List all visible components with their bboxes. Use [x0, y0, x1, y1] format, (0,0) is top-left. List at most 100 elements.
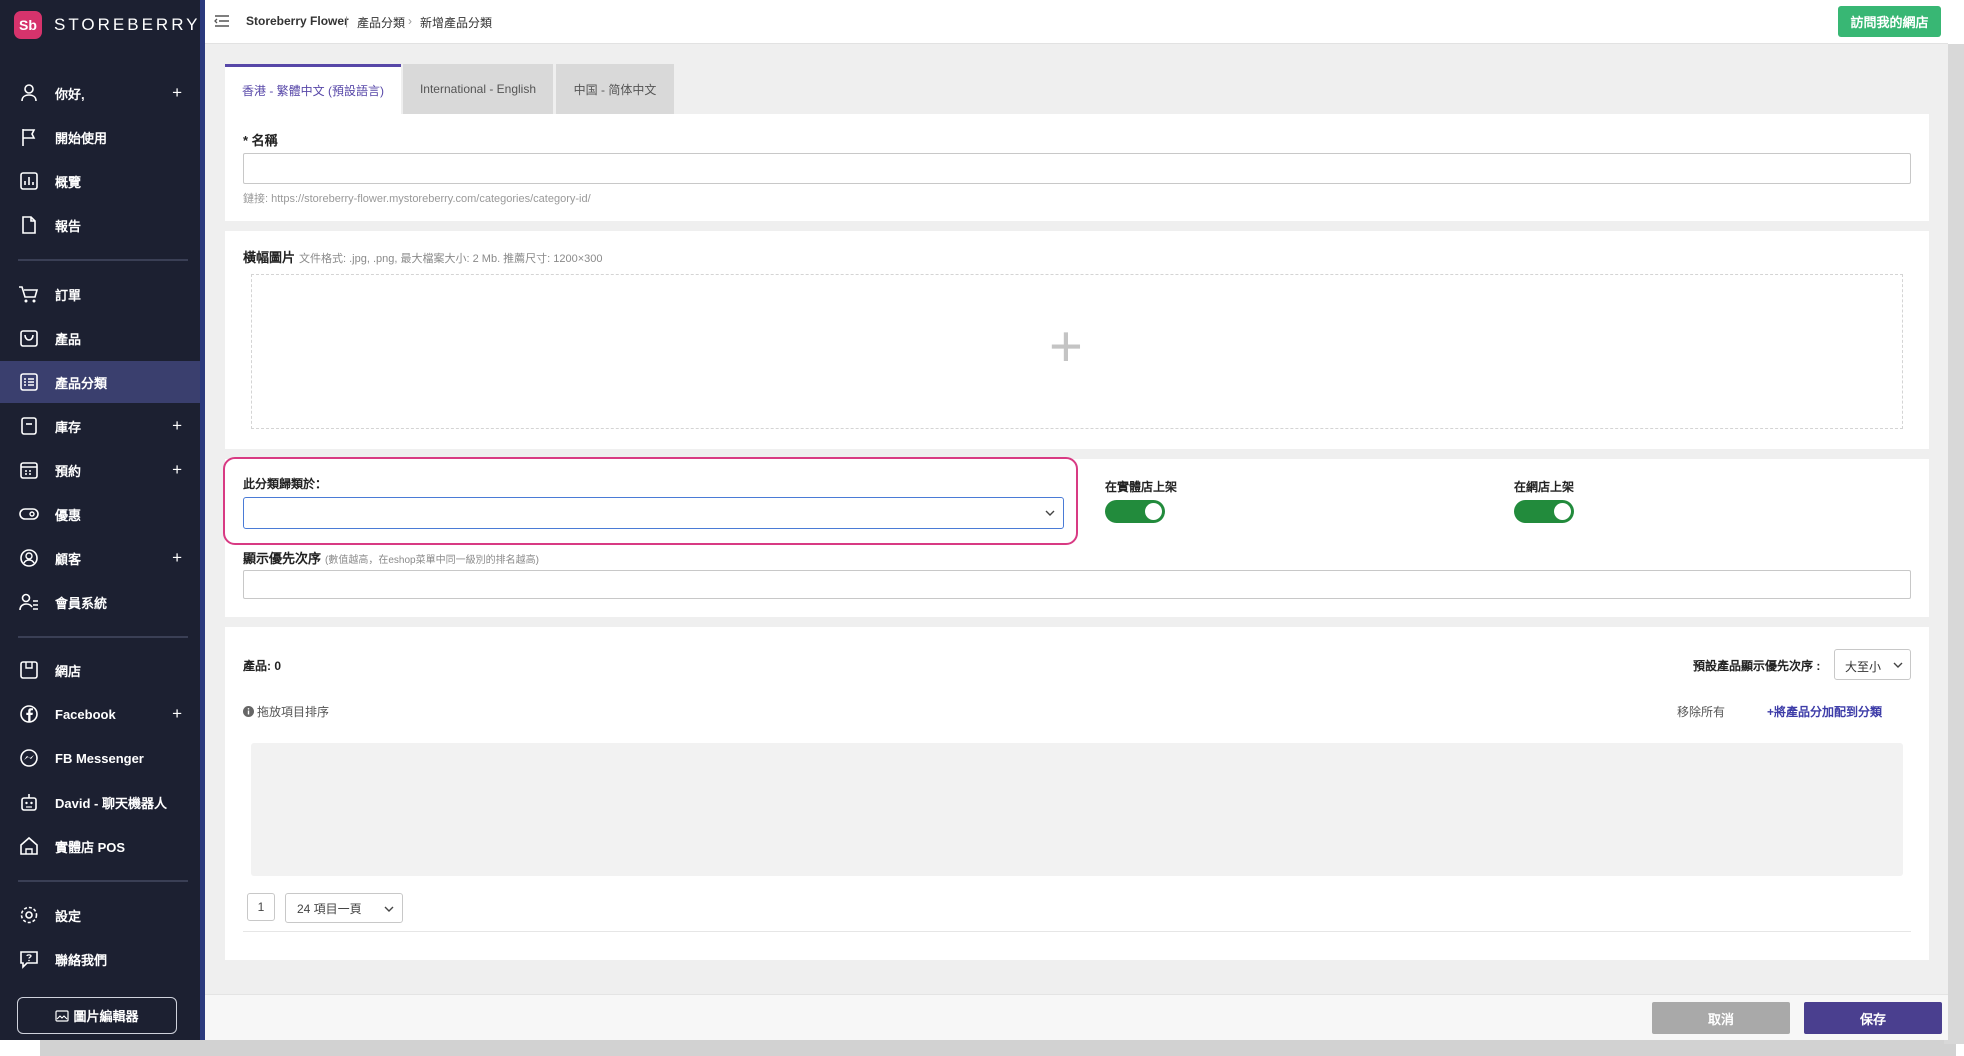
breadcrumb-separator: › — [408, 14, 412, 28]
sidebar-item-label: 聯絡我們 — [55, 952, 108, 968]
sidebar-item-label: 訂單 — [55, 287, 82, 303]
sort-order-label: 預設產品顯示優先次序 : — [1693, 659, 1821, 673]
tab-traditional-chinese[interactable]: 香港 - 繁體中文 (預設語言) — [225, 64, 401, 114]
robot-icon — [21, 794, 37, 811]
sidebar-item-label: 開始使用 — [55, 130, 108, 146]
store-icon — [20, 661, 38, 679]
sidebar-item-label: 優惠 — [55, 507, 82, 523]
online-toggle-label: 在網店上架 — [1514, 480, 1575, 494]
banner-label: 橫幅圖片 文件格式: .jpg, .png, 最大檔案大小: 2 Mb. 推薦尺寸… — [243, 250, 603, 265]
banner-upload-dropzone[interactable]: + — [251, 274, 1903, 429]
cancel-button[interactable]: 取消 — [1652, 1002, 1790, 1034]
add-image-icon: + — [1049, 314, 1083, 379]
highlight-annotation — [223, 457, 1078, 545]
save-button[interactable]: 保存 — [1804, 1002, 1942, 1034]
logo-mark: Sb — [14, 11, 42, 39]
sidebar-item-label: 報告 — [55, 218, 82, 234]
sidebar-divider — [18, 636, 188, 638]
breadcrumb-current: 新增產品分類 — [420, 16, 493, 30]
bag-icon — [20, 330, 38, 347]
sidebar-item-booking[interactable]: 預約 + — [0, 449, 200, 491]
sidebar-item-contact[interactable]: 聯絡我們 — [0, 938, 200, 980]
sidebar-item-label: 庫存 — [55, 419, 82, 435]
breadcrumb-store[interactable]: Storeberry Flower — [246, 14, 349, 28]
sidebar-item-label: 預約 — [55, 463, 82, 479]
sidebar-divider — [18, 259, 188, 261]
sidebar-item-label: 產品分類 — [55, 375, 108, 391]
sidebar-item-customers[interactable]: 顧客 + — [0, 537, 200, 579]
priority-input[interactable] — [243, 570, 1911, 599]
expand-plus-icon[interactable]: + — [172, 460, 182, 480]
sidebar-item-label: 設定 — [55, 908, 82, 924]
sidebar-item-label: David - 聊天機器人 — [55, 795, 167, 811]
sidebar-item-inventory[interactable]: 庫存 + — [0, 405, 200, 447]
sidebar-item-getting-started[interactable]: 開始使用 — [0, 116, 200, 158]
brand-name: STOREBERRY — [54, 15, 201, 34]
sidebar: Sb STOREBERRY 你好, + 開始使用 概覽 報告 訂單 產品 產品分… — [0, 0, 205, 1040]
sidebar-item-overview[interactable]: 概覽 — [0, 160, 200, 202]
help-icon — [20, 951, 38, 969]
pos-icon — [20, 836, 38, 855]
info-icon — [243, 706, 254, 717]
sidebar-item-facebook[interactable]: Facebook + — [0, 693, 200, 735]
expand-plus-icon[interactable]: + — [172, 416, 182, 436]
sort-order-value: 大至小 — [1845, 660, 1882, 674]
breadcrumb-categories[interactable]: 產品分類 — [357, 14, 405, 31]
tab-english[interactable]: International - English — [403, 64, 553, 114]
document-icon — [22, 216, 36, 234]
sort-order-select[interactable]: 大至小 — [1834, 649, 1911, 680]
flag-icon — [22, 129, 36, 146]
sidebar-item-greeting[interactable]: 你好, + — [0, 72, 200, 114]
sidebar-item-pos[interactable]: 實體店 POS — [0, 825, 200, 867]
expand-plus-icon[interactable]: + — [172, 548, 182, 568]
user-icon — [21, 84, 37, 102]
sidebar-item-settings[interactable]: 設定 — [0, 894, 200, 936]
topbar: Storeberry Flower | 產品分類 › 新增產品分類 訪問我的網店 — [205, 0, 1948, 44]
expand-plus-icon[interactable]: + — [172, 704, 182, 724]
tab-simplified-chinese[interactable]: 中国 - 简体中文 — [556, 64, 674, 114]
messenger-icon — [20, 749, 38, 767]
gear-icon — [20, 906, 38, 924]
remove-all-link[interactable]: 移除所有 — [1677, 703, 1725, 720]
sidebar-item-online-store[interactable]: 網店 — [0, 649, 200, 691]
ticket-icon — [19, 508, 39, 520]
page-number[interactable]: 1 — [247, 893, 275, 921]
window-shadow — [40, 1040, 1956, 1056]
sidebar-item-chatbot[interactable]: David - 聊天機器人 — [0, 781, 200, 823]
sidebar-item-orders[interactable]: 訂單 — [0, 273, 200, 315]
sidebar-item-categories[interactable]: 產品分類 — [0, 361, 200, 403]
sidebar-item-label: 網店 — [55, 663, 82, 679]
menu-collapse-icon[interactable] — [213, 12, 231, 30]
sidebar-item-label: Facebook — [55, 706, 116, 722]
per-page-value: 24 項目一頁 — [297, 901, 362, 916]
customer-icon — [20, 549, 38, 567]
calendar-icon — [20, 462, 38, 479]
sidebar-item-discounts[interactable]: 優惠 — [0, 493, 200, 535]
per-page-select[interactable]: 24 項目一頁 — [285, 893, 403, 923]
expand-plus-icon[interactable]: + — [172, 83, 182, 103]
name-card: * 名稱 鏈接: https://storeberry-flower.mysto… — [225, 114, 1929, 221]
sidebar-item-label: 實體店 POS — [55, 839, 126, 855]
store-listing-toggle[interactable] — [1105, 500, 1165, 523]
banner-card: 橫幅圖片 文件格式: .jpg, .png, 最大檔案大小: 2 Mb. 推薦尺寸… — [225, 231, 1929, 449]
member-icon — [19, 593, 38, 611]
facebook-icon — [20, 705, 38, 723]
visit-store-button[interactable]: 訪問我的網店 — [1838, 6, 1941, 37]
priority-label: 顯示優先次序 (數值越高，在eshop菜單中同一級別的排名越高) — [243, 551, 539, 566]
store-toggle-label: 在實體店上架 — [1105, 480, 1178, 494]
name-input[interactable] — [243, 153, 1911, 184]
assign-products-link[interactable]: +將產品分加配到分類 — [1767, 703, 1882, 720]
screenshot-stage: Sb STOREBERRY 你好, + 開始使用 概覽 報告 訂單 產品 產品分… — [0, 0, 1964, 1056]
cart-icon — [19, 286, 39, 303]
chevron-down-icon — [1893, 662, 1903, 668]
toggle-knob — [1145, 503, 1162, 520]
sidebar-item-label: 你好, — [55, 86, 85, 102]
sidebar-item-reports[interactable]: 報告 — [0, 204, 200, 246]
sidebar-item-label: 顧客 — [55, 551, 82, 567]
sidebar-item-membership[interactable]: 會員系統 — [0, 581, 200, 623]
sidebar-item-products[interactable]: 產品 — [0, 317, 200, 359]
brand-logo[interactable]: Sb STOREBERRY — [14, 10, 201, 40]
online-listing-toggle[interactable] — [1514, 500, 1574, 523]
sidebar-item-fb-messenger[interactable]: FB Messenger — [0, 737, 200, 779]
image-editor-button[interactable]: 圖片編輯器 — [17, 997, 177, 1034]
